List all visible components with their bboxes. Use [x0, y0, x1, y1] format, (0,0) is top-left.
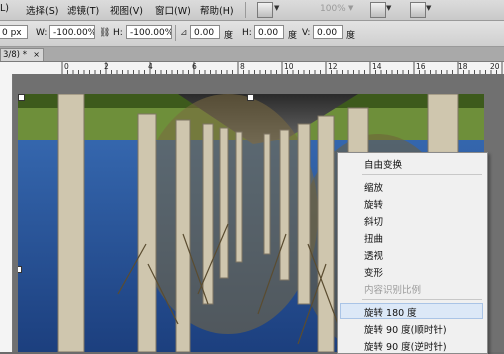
menu-item-perspective[interactable]: 透视	[364, 248, 383, 262]
ruler-label-0: 0	[64, 62, 69, 71]
x-position-field[interactable]: 0 px	[0, 25, 28, 39]
chevron-down-icon[interactable]: ▼	[274, 4, 279, 12]
menu-item-distort[interactable]: 扭曲	[364, 231, 383, 245]
angle-unit: 度	[224, 31, 234, 41]
vertical-ruler	[0, 74, 13, 352]
link-icon[interactable]: ⛓	[99, 28, 110, 38]
menu-help[interactable]: 帮助(H)	[200, 3, 234, 17]
menu-item-rotate[interactable]: 旋转	[364, 197, 383, 211]
vskew-label: V:	[302, 28, 311, 38]
menu-divider	[362, 299, 482, 300]
menu-item-free-transform[interactable]: 自由变换	[364, 157, 402, 171]
extras-icon[interactable]	[410, 2, 426, 18]
ruler-label-10: 10	[284, 62, 294, 71]
ruler-ticks	[61, 62, 503, 74]
document-tab-bar: 3/8) * ×	[0, 47, 504, 62]
ruler-label-6: 6	[192, 62, 197, 71]
width-field[interactable]: -100.00%	[49, 25, 95, 39]
vskew-unit: 度	[346, 31, 356, 41]
menu-view[interactable]: 视图(V)	[110, 3, 143, 17]
zoom-level[interactable]: 100%	[320, 4, 346, 14]
document-tab[interactable]: 3/8) * ×	[0, 48, 44, 61]
document-tab-label: 3/8) *	[3, 50, 27, 60]
menu-item-rotate-180[interactable]: 旋转 180 度	[364, 305, 417, 319]
angle-icon: ⊿	[180, 28, 188, 38]
screen-mode-icon[interactable]	[257, 2, 273, 18]
menu-item-rotate-90-ccw[interactable]: 旋转 90 度(逆时针)	[364, 339, 447, 353]
height-label: H:	[113, 28, 123, 38]
width-label: W:	[36, 28, 48, 38]
menu-item-content-aware-scale: 内容识别比例	[364, 285, 422, 296]
transform-context-menu: 自由变换 缩放 旋转 斜切 扭曲 透视 变形 内容识别比例 旋转 180 度 旋…	[337, 152, 488, 354]
angle-field[interactable]: 0.00	[190, 25, 220, 39]
options-bar: 0 px W: -100.00% ⛓ H: -100.00% ⊿ 0.00 度 …	[0, 21, 504, 47]
menu-window[interactable]: 窗口(W)	[155, 3, 191, 17]
arrange-chevron-icon[interactable]: ▼	[386, 4, 391, 12]
ruler-label-4: 4	[148, 62, 153, 71]
ruler-label-16: 16	[416, 62, 426, 71]
ruler-label-18: 18	[458, 62, 468, 71]
hskew-label: H:	[242, 28, 252, 38]
menu-filter[interactable]: 滤镜(T)	[67, 3, 99, 17]
menu-bar: L) 选择(S) 滤镜(T) 视图(V) 窗口(W) 帮助(H) ▼ 100% …	[0, 0, 504, 21]
zoom-chevron-icon[interactable]: ▼	[348, 4, 353, 12]
height-field[interactable]: -100.00%	[126, 25, 172, 39]
hskew-field[interactable]: 0.00	[254, 25, 284, 39]
options-divider	[175, 25, 176, 41]
ruler-label-2: 2	[104, 62, 109, 71]
ruler-label-14: 14	[372, 62, 382, 71]
arrange-icon[interactable]	[370, 2, 386, 18]
extras-chevron-icon[interactable]: ▼	[426, 4, 431, 12]
menu-item-skew[interactable]: 斜切	[364, 214, 383, 228]
transform-handle-top[interactable]	[247, 94, 254, 101]
transform-handle-left[interactable]	[18, 266, 22, 273]
ruler-label-20: 20	[490, 62, 500, 71]
menu-divider	[362, 174, 482, 175]
menubar-divider	[245, 2, 246, 18]
vskew-field[interactable]: 0.00	[313, 25, 343, 39]
menu-layer[interactable]: L)	[0, 3, 9, 14]
ruler-label-12: 12	[328, 62, 338, 71]
menu-item-scale[interactable]: 缩放	[364, 180, 383, 194]
hskew-unit: 度	[288, 31, 298, 41]
close-icon[interactable]: ×	[33, 49, 40, 61]
transform-handle-tl[interactable]	[18, 94, 25, 101]
ruler-label-8: 8	[240, 62, 245, 71]
menu-item-rotate-90-cw[interactable]: 旋转 90 度(顺时针)	[364, 322, 447, 336]
menu-select[interactable]: 选择(S)	[26, 3, 58, 17]
menu-item-warp[interactable]: 变形	[364, 265, 383, 279]
